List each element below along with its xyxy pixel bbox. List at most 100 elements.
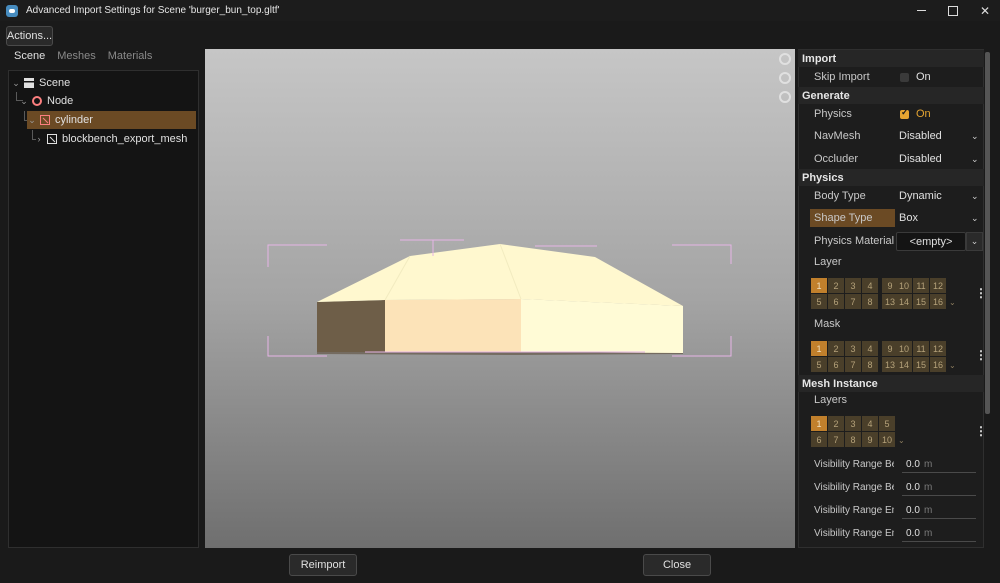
layer-bit-6[interactable]: 6 [828,294,844,309]
actions-button[interactable]: Actions... [6,26,53,46]
shape-type-dropdown[interactable]: Box [899,212,918,224]
chevron-right-icon[interactable]: › [34,134,44,144]
layer-bit-14[interactable]: 14 [896,294,912,309]
unit-label: m [924,459,933,470]
close-button[interactable]: Close [643,554,711,576]
layer-bit-8[interactable]: 8 [862,357,878,372]
layer-bit-1[interactable]: 1 [811,341,827,356]
tab-scene[interactable]: Scene [8,50,51,66]
layer-bit-10[interactable]: 10 [896,341,912,356]
section-physics[interactable]: Physics [798,169,984,186]
layer-bit-1[interactable]: 1 [811,278,827,293]
tree-item-cylinder[interactable]: ⌄ cylinder [27,111,196,129]
layer-bit-16[interactable]: 16 [930,357,946,372]
maximize-button[interactable] [938,0,968,21]
physics-material-label: Physics Material O [814,235,894,247]
tree-item-node[interactable]: ⌄ Node [19,92,73,110]
layer-label: Layer [814,256,842,268]
navmesh-dropdown[interactable]: Disabled [899,130,942,142]
skip-import-label: Skip Import [814,71,870,83]
layer-bit-3[interactable]: 3 [845,341,861,356]
layer-bit-10[interactable]: 10 [896,278,912,293]
section-import[interactable]: Import [798,50,984,67]
chevron-down-icon[interactable]: ⌄ [971,191,979,202]
light-1-icon[interactable] [779,72,791,84]
physics-checkbox[interactable] [900,107,909,119]
layer-bit-7[interactable]: 7 [845,357,861,372]
chevron-down-icon[interactable]: ⌄ [949,361,956,370]
mask-label: Mask [814,318,841,330]
layer-bit-2[interactable]: 2 [828,341,844,356]
slider-track[interactable] [902,518,976,519]
chevron-down-icon[interactable]: ⌄ [949,298,956,307]
layer-bit-10[interactable]: 10 [879,432,895,447]
chevron-down-icon[interactable]: ⌄ [27,115,37,126]
light-2-icon[interactable] [779,91,791,103]
layer-bit-11[interactable]: 11 [913,278,929,293]
tab-meshes[interactable]: Meshes [51,50,102,66]
layer-bit-7[interactable]: 7 [845,294,861,309]
skip-import-value: On [916,71,931,83]
layer-bit-11[interactable]: 11 [913,341,929,356]
tree-item-mesh[interactable]: › blockbench_export_mesh [34,130,188,148]
chevron-down-icon[interactable]: ⌄ [898,436,905,445]
section-generate[interactable]: Generate [798,87,984,104]
layer-bit-2[interactable]: 2 [828,416,844,431]
visibility-range-end-margin-label: Visibility Range En [814,528,894,539]
layer-bit-4[interactable]: 4 [862,416,878,431]
layer-bit-1[interactable]: 1 [811,416,827,431]
mesh-preview-viewport[interactable] [205,49,795,548]
layer-bit-14[interactable]: 14 [896,357,912,372]
tree-item-label: Scene [39,77,71,89]
layer-bit-12[interactable]: 12 [930,278,946,293]
layer-bit-2[interactable]: 2 [828,278,844,293]
chevron-down-icon[interactable]: ⌄ [19,96,29,107]
layer-bit-4[interactable]: 4 [862,341,878,356]
chevron-down-icon[interactable]: ⌄ [971,213,979,224]
bun-front-face [385,299,521,352]
layer-bit-5[interactable]: 5 [879,416,895,431]
visibility-range-begin-value[interactable]: 0.0 [906,459,920,470]
layer-bit-3[interactable]: 3 [845,416,861,431]
skip-import-checkbox[interactable] [900,73,909,82]
chevron-down-icon[interactable]: ⌄ [971,131,979,142]
layer-bit-9[interactable]: 9 [862,432,878,447]
slider-track[interactable] [902,495,976,496]
godot-icon [6,4,18,17]
minimize-button[interactable] [906,0,936,21]
slider-track[interactable] [902,472,976,473]
navmesh-label: NavMesh [814,130,861,142]
visibility-range-end-value[interactable]: 0.0 [906,505,920,516]
layer-bit-16[interactable]: 16 [930,294,946,309]
layer-menu-icon[interactable] [975,286,987,300]
layer-bit-6[interactable]: 6 [811,432,827,447]
tab-materials[interactable]: Materials [102,50,159,66]
layer-bit-7[interactable]: 7 [828,432,844,447]
mask-menu-icon[interactable] [975,348,987,362]
layer-bit-8[interactable]: 8 [862,294,878,309]
layer-bit-12[interactable]: 12 [930,341,946,356]
body-type-dropdown[interactable]: Dynamic [899,190,942,202]
layer-bit-5[interactable]: 5 [811,294,827,309]
layer-bit-15[interactable]: 15 [913,294,929,309]
section-mesh-instance[interactable]: Mesh Instance [798,375,984,392]
tree-item-scene[interactable]: ⌄ Scene [11,74,70,92]
physics-material-resource[interactable]: <empty> [896,232,966,251]
visibility-range-begin-margin-value[interactable]: 0.0 [906,482,920,493]
chevron-down-icon[interactable]: ⌄ [11,78,21,89]
mesh-layers-menu-icon[interactable] [975,424,987,438]
layer-bit-8[interactable]: 8 [845,432,861,447]
layer-bit-5[interactable]: 5 [811,357,827,372]
layer-bit-4[interactable]: 4 [862,278,878,293]
close-window-button[interactable]: ✕ [970,0,1000,21]
layer-bit-6[interactable]: 6 [828,357,844,372]
chevron-down-icon[interactable]: ⌄ [966,232,983,251]
slider-track[interactable] [902,541,976,542]
visibility-range-end-margin-value[interactable]: 0.0 [906,528,920,539]
chevron-down-icon[interactable]: ⌄ [971,154,979,165]
reimport-button[interactable]: Reimport [289,554,357,576]
occluder-dropdown[interactable]: Disabled [899,153,942,165]
rotate-light-icon[interactable] [779,53,791,65]
layer-bit-15[interactable]: 15 [913,357,929,372]
layer-bit-3[interactable]: 3 [845,278,861,293]
